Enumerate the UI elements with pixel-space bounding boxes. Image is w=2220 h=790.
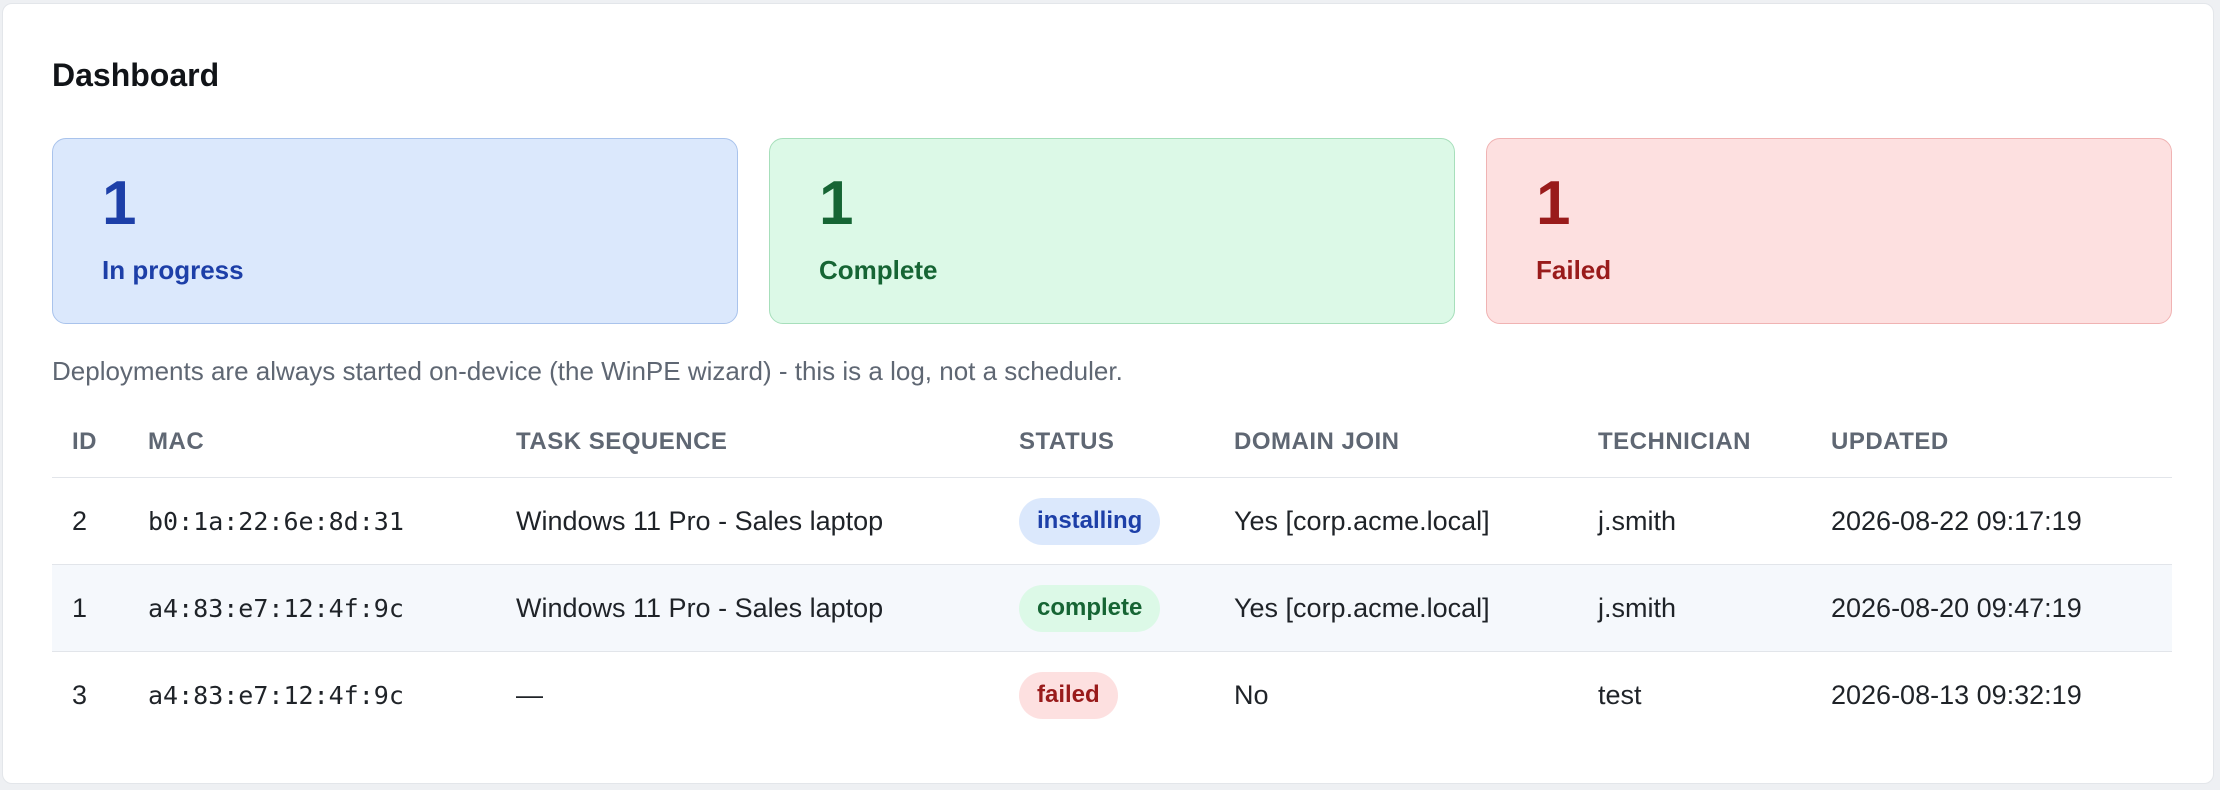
cell-mac: a4:83:e7:12:4f:9c [128,564,496,652]
cell-domain-join: Yes [corp.acme.local] [1214,564,1578,652]
stat-count-failed: 1 [1536,169,1571,238]
cell-technician: j.smith [1578,477,1811,565]
column-header-id[interactable]: ID [52,407,128,478]
stat-label-failed: Failed [1536,255,1612,285]
stat-card-complete[interactable]: 1 Complete [769,138,1455,324]
cell-id: 1 [52,564,128,652]
dashboard-card: Dashboard 1 In progress 1 Complete 1 Fai… [2,3,2214,784]
cell-status: failed [999,652,1214,739]
cell-task-sequence: Windows 11 Pro - Sales laptop [496,564,999,652]
stat-count-in-progress: 1 [102,169,137,238]
stat-card-in-progress[interactable]: 1 In progress [52,138,738,324]
cell-domain-join: Yes [corp.acme.local] [1214,477,1578,565]
column-header-updated[interactable]: UPDATED [1811,407,2172,478]
cell-updated: 2026-08-13 09:32:19 [1831,679,2082,710]
cell-status: complete [999,564,1214,652]
cell-task-sequence: Windows 11 Pro - Sales laptop [496,477,999,565]
status-badge: complete [1019,584,1161,632]
cell-task-sequence: — [516,679,543,710]
cell-id: 3 [72,679,88,710]
column-header-mac[interactable]: MAC [128,407,496,478]
cell-updated: 2026-08-22 09:17:19 [1811,477,2172,565]
info-note: Deployments are always started on-device… [52,356,1123,386]
stat-label-in-progress: In progress [102,255,244,285]
stat-card-failed[interactable]: 1 Failed [1486,138,2172,324]
cell-domain-join: No [1234,679,1269,710]
stat-count-complete: 1 [819,169,854,238]
page-title: Dashboard [52,57,220,93]
column-header-domain-join[interactable]: DOMAIN JOIN [1214,407,1578,478]
column-header-technician[interactable]: TECHNICIAN [1578,407,1811,478]
stat-label-complete: Complete [819,255,938,285]
cell-mac: b0:1a:22:6e:8d:31 [128,477,496,565]
table-row[interactable]: 2 b0:1a:22:6e:8d:31 Windows 11 Pro - Sal… [52,477,2172,565]
status-badge: failed [1019,671,1118,719]
column-header-task-sequence[interactable]: TASK SEQUENCE [496,407,999,478]
cell-mac: a4:83:e7:12:4f:9c [148,680,404,710]
column-header-status[interactable]: STATUS [999,407,1214,478]
table-row[interactable]: 3 a4:83:e7:12:4f:9c — failed No test 202… [52,652,2172,739]
deployments-table: ID MAC TASK SEQUENCE STATUS DOMAIN JOIN … [52,407,2172,738]
cell-technician: test [1598,679,1642,710]
cell-updated: 2026-08-20 09:47:19 [1811,564,2172,652]
status-badge: installing [1019,497,1161,545]
cell-technician: j.smith [1578,564,1811,652]
table-header-row: ID MAC TASK SEQUENCE STATUS DOMAIN JOIN … [52,407,2172,478]
cell-status: installing [999,477,1214,565]
cell-id: 2 [52,477,128,565]
table-row[interactable]: 1 a4:83:e7:12:4f:9c Windows 11 Pro - Sal… [52,564,2172,652]
